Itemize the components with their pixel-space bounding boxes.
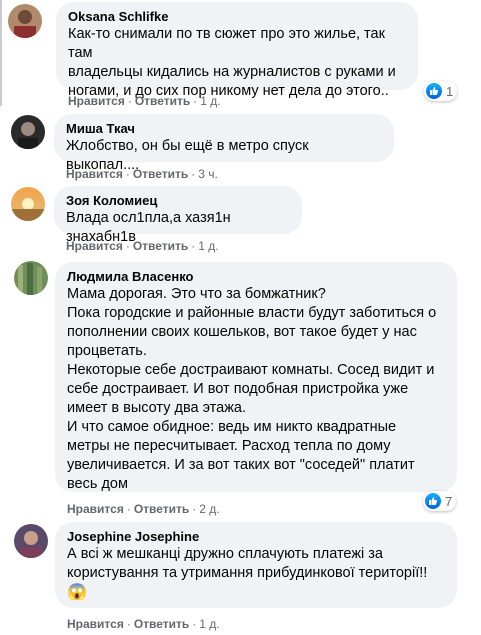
comment-actions: Нравится · Ответить · 1 д. — [67, 617, 220, 631]
comment-time[interactable]: 1 д. — [199, 617, 219, 631]
comment-bubble: Миша Ткач Жлобство, он бы ещё в метро сп… — [54, 114, 394, 173]
reaction-count[interactable]: 1 — [424, 81, 458, 101]
comment-actions: Нравится · Ответить · 1 д. — [68, 94, 221, 108]
like-thumb-icon — [426, 83, 442, 99]
avatar[interactable] — [11, 115, 45, 149]
reply-link[interactable]: Ответить — [133, 239, 188, 253]
comment-time[interactable]: 1 д. — [198, 239, 218, 253]
comment-actions: Нравится · Ответить · 1 д. — [66, 239, 219, 253]
like-link[interactable]: Нравится — [68, 94, 125, 108]
comment-author[interactable]: Josephine Josephine — [67, 529, 445, 545]
comment-text: Мама дорогая. Это что за бомжатник? Пока… — [67, 286, 437, 492]
comment-bubble: Зоя Коломиец Влада осл1пла,а хазя1н знах… — [54, 186, 302, 245]
reply-link[interactable]: Ответить — [134, 502, 189, 516]
comment-author[interactable]: Миша Ткач — [66, 121, 382, 137]
reply-link[interactable]: Ответить — [135, 94, 190, 108]
comment-time[interactable]: 1 д. — [200, 94, 220, 108]
avatar[interactable] — [11, 187, 45, 221]
avatar[interactable] — [8, 4, 42, 38]
comment-text: А всі ж мешканці дружно сплачують платеж… — [67, 546, 428, 581]
comment-time[interactable]: 3 ч. — [198, 167, 218, 181]
comment-bubble: Oksana Schlifke Как-то снимали по тв сюж… — [56, 2, 418, 99]
like-link[interactable]: Нравится — [67, 502, 124, 516]
like-link[interactable]: Нравится — [66, 239, 123, 253]
like-link[interactable]: Нравится — [67, 617, 124, 631]
thread-line — [0, 0, 2, 106]
comment-bubble: Josephine Josephine А всі ж мешканці дру… — [55, 522, 457, 608]
avatar[interactable] — [14, 261, 48, 295]
comment-bubble: Людмила Власенко Мама дорогая. Это что з… — [55, 262, 457, 492]
comment-author[interactable]: Oksana Schlifke — [68, 9, 406, 25]
reply-link[interactable]: Ответить — [133, 167, 188, 181]
comment-actions: Нравится · Ответить · 2 д. — [67, 502, 220, 516]
comment-text: Как-то снимали по тв сюжет про это жилье… — [68, 26, 396, 99]
comment-actions: Нравится · Ответить · 3 ч. — [66, 167, 218, 181]
comment-author[interactable]: Зоя Коломиец — [66, 193, 290, 209]
reply-link[interactable]: Ответить — [134, 617, 189, 631]
comment-time[interactable]: 2 д. — [199, 502, 219, 516]
reaction-count[interactable]: 7 — [423, 491, 457, 511]
like-link[interactable]: Нравится — [66, 167, 123, 181]
avatar[interactable] — [14, 524, 48, 558]
shocked-emoji-icon: 😱 — [67, 584, 87, 601]
comment-author[interactable]: Людмила Власенко — [67, 269, 445, 285]
like-thumb-icon — [425, 493, 441, 509]
